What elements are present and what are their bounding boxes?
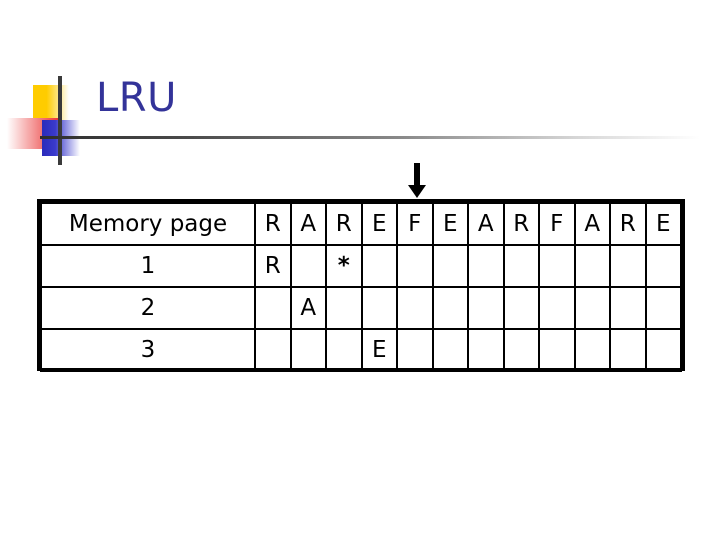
frame3-step8 [502, 328, 540, 372]
frame2-step5 [396, 286, 434, 330]
frame1-step7 [467, 244, 505, 288]
frame1-step4 [360, 244, 398, 288]
ref-string-cell-12: E [644, 202, 682, 246]
table-row: 3 E [40, 328, 682, 372]
ref-string-cell-1: R [254, 202, 292, 246]
ref-string-cell-10: A [573, 202, 611, 246]
frame1-step9 [538, 244, 576, 288]
lru-trace-table: Memory page R A R E F E A R F A R E 1 R … [37, 199, 685, 372]
decoration-square-yellow [33, 85, 69, 121]
ref-string-cell-6: E [431, 202, 469, 246]
table-row: 1 R * [40, 244, 682, 288]
ref-string-cell-11: R [609, 202, 647, 246]
page-frame-label-1: 1 [40, 244, 256, 288]
frame2-step12 [644, 286, 682, 330]
frame2-step3 [325, 286, 363, 330]
frame3-step12 [644, 328, 682, 372]
ref-string-cell-5: F [396, 202, 434, 246]
page-title: LRU [96, 75, 177, 121]
page-frame-label-3: 3 [40, 328, 256, 372]
down-arrow-icon [408, 163, 426, 198]
table-row-header: Memory page R A R E F E A R F A R E [40, 202, 682, 246]
frame1-step1: R [254, 244, 292, 288]
frame1-step5 [396, 244, 434, 288]
frame3-step3 [325, 328, 363, 372]
frame2-step7 [467, 286, 505, 330]
frame1-step12 [644, 244, 682, 288]
frame2-step8 [502, 286, 540, 330]
ref-string-cell-2: A [289, 202, 327, 246]
decoration-square-red [7, 118, 59, 149]
frame1-step2 [289, 244, 327, 288]
frame2-step1 [254, 286, 292, 330]
frame2-step11 [609, 286, 647, 330]
frame3-step2 [289, 328, 327, 372]
frame1-step3: * [325, 244, 363, 288]
frame1-step11 [609, 244, 647, 288]
ref-string-cell-8: R [502, 202, 540, 246]
decoration-square-blue [42, 120, 80, 156]
frame2-step6 [431, 286, 469, 330]
table-row: 2 A [40, 286, 682, 330]
page-frame-label-2: 2 [40, 286, 256, 330]
frame2-step10 [573, 286, 611, 330]
frame2-step4 [360, 286, 398, 330]
frame3-step10 [573, 328, 611, 372]
frame3-step1 [254, 328, 292, 372]
frame1-step10 [573, 244, 611, 288]
row-header-label: Memory page [40, 202, 256, 246]
frame3-step11 [609, 328, 647, 372]
frame3-step9 [538, 328, 576, 372]
ref-string-cell-3: R [325, 202, 363, 246]
frame3-step7 [467, 328, 505, 372]
frame3-step5 [396, 328, 434, 372]
frame1-step8 [502, 244, 540, 288]
frame2-step9 [538, 286, 576, 330]
decoration-horizontal-rule [40, 136, 700, 139]
frame1-step6 [431, 244, 469, 288]
frame2-step2: A [289, 286, 327, 330]
frame3-step4: E [360, 328, 398, 372]
decoration-vertical-rule [58, 76, 62, 165]
ref-string-cell-9: F [538, 202, 576, 246]
ref-string-cell-4: E [360, 202, 398, 246]
frame3-step6 [431, 328, 469, 372]
ref-string-cell-7: A [467, 202, 505, 246]
